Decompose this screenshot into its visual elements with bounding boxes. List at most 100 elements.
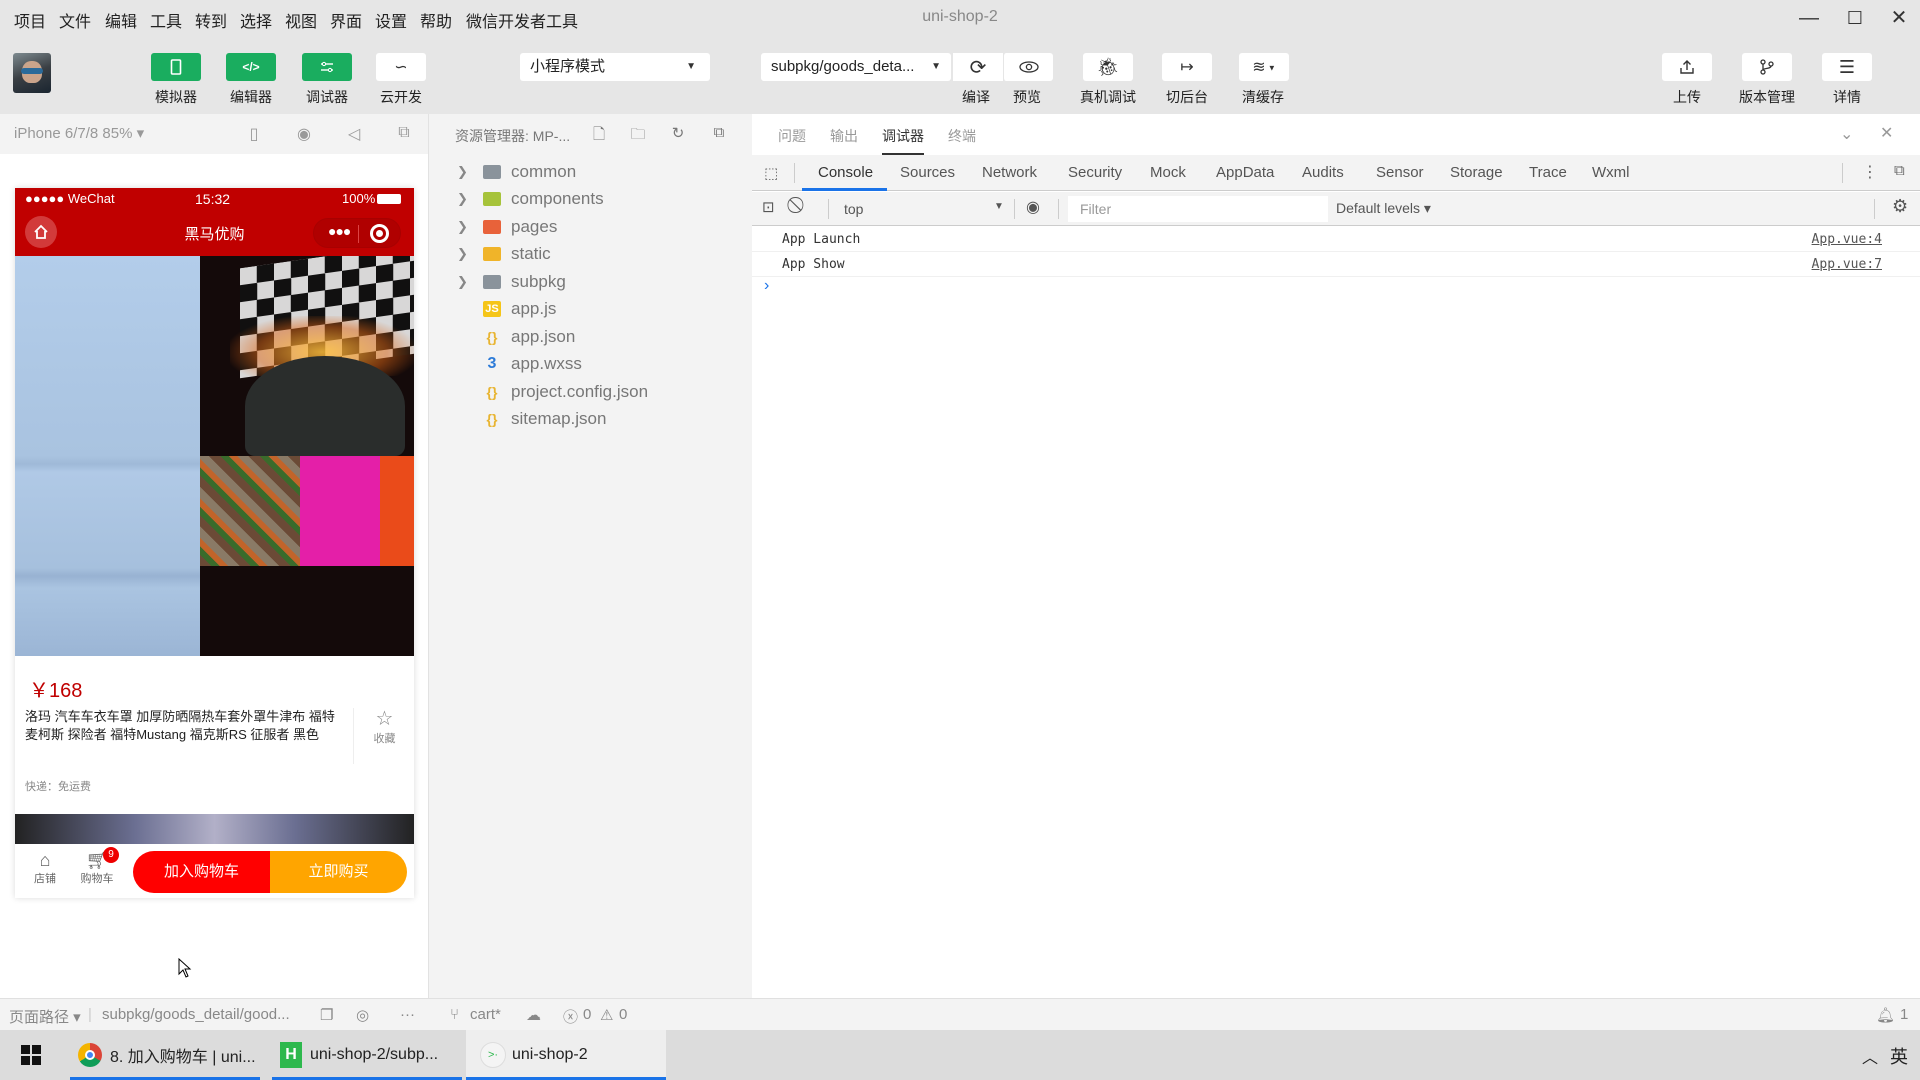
tab-problems[interactable]: 问题 bbox=[778, 126, 806, 146]
remote-debug-button[interactable]: 🐞︎ bbox=[1083, 53, 1133, 81]
copy-path-icon[interactable]: ❐ bbox=[320, 1006, 333, 1024]
tab-output[interactable]: 输出 bbox=[830, 126, 858, 146]
details-button[interactable]: ☰ bbox=[1822, 53, 1872, 81]
error-count[interactable]: 0 bbox=[583, 1006, 591, 1023]
page-select-value: subpkg/goods_deta... bbox=[771, 58, 915, 75]
tree-item-project-config[interactable]: {} project.config.json bbox=[429, 378, 753, 406]
start-button[interactable] bbox=[0, 1030, 62, 1080]
input-method-indicator[interactable]: 英 bbox=[1890, 1043, 1908, 1069]
shipping-info: 快递：免运费 bbox=[25, 781, 91, 793]
live-expression-eye-icon[interactable]: ◉ bbox=[1026, 197, 1040, 217]
warning-count[interactable]: 0 bbox=[619, 1006, 627, 1023]
favorite-button[interactable]: ☆ 收藏 bbox=[355, 708, 414, 746]
buy-now-button[interactable]: 立即购买 bbox=[270, 851, 407, 893]
add-to-cart-button[interactable]: 加入购物车 bbox=[133, 851, 270, 893]
tree-item-app-wxss[interactable]: 3 app.wxss bbox=[429, 351, 753, 379]
folder-icon bbox=[483, 247, 501, 262]
status-bar: 页面路径 ▾ | subpkg/goods_detail/good... ❐ ◎… bbox=[0, 998, 1920, 1030]
tree-item-label: app.js bbox=[511, 299, 557, 319]
dock-side-icon[interactable]: ⧉ bbox=[1894, 162, 1905, 179]
minimize-button[interactable]: — bbox=[1794, 6, 1824, 30]
tree-item-pages[interactable]: ❯ pages bbox=[429, 213, 753, 241]
console-prompt[interactable]: › bbox=[764, 277, 769, 295]
compile-button[interactable]: ⟳ bbox=[953, 53, 1003, 81]
volume-icon[interactable]: ◁ bbox=[344, 124, 364, 144]
log-source-link[interactable]: App.vue:4 bbox=[1812, 232, 1882, 247]
show-hidden-icons-chevron-icon[interactable]: ︿ bbox=[1862, 1044, 1878, 1068]
new-file-icon[interactable]: 🗋︎ bbox=[589, 124, 609, 144]
tab-debugger[interactable]: 调试器 bbox=[882, 126, 924, 155]
cart-button[interactable]: 🛒︎ 购物车 9 bbox=[77, 847, 119, 886]
goods-image-swiper[interactable] bbox=[15, 256, 414, 656]
tree-item-subpkg[interactable]: ❯ subpkg bbox=[429, 268, 753, 296]
divider bbox=[828, 199, 829, 219]
git-branch-name[interactable]: cart* bbox=[470, 1006, 501, 1023]
preview-button[interactable] bbox=[1003, 53, 1053, 81]
refresh-icon[interactable]: ↻ bbox=[668, 124, 688, 144]
inspect-element-icon[interactable]: ⬚ bbox=[764, 164, 778, 182]
background-button[interactable]: ↦ bbox=[1162, 53, 1212, 81]
taskbar-item-chrome[interactable]: 8. 加入购物车 | uni... bbox=[70, 1030, 260, 1080]
more-vert-icon[interactable]: ⋮ bbox=[1862, 162, 1878, 182]
tab-storage[interactable]: Storage bbox=[1450, 164, 1503, 181]
clear-cache-button[interactable]: ≋ ▼ bbox=[1239, 53, 1289, 81]
tree-item-static[interactable]: ❯ static bbox=[429, 241, 753, 269]
page-path-select[interactable]: 页面路径 ▾ bbox=[9, 1006, 81, 1027]
console-filter-input[interactable]: Filter bbox=[1068, 196, 1328, 222]
debugger-toggle-button[interactable] bbox=[302, 53, 352, 81]
tab-appdata[interactable]: AppData bbox=[1216, 164, 1274, 181]
close-panel-icon[interactable]: ✕ bbox=[1880, 123, 1893, 143]
tree-item-app-json[interactable]: {} app.json bbox=[429, 323, 753, 351]
notification-bell-icon[interactable]: 🔔︎ bbox=[1876, 1006, 1895, 1024]
maximize-button[interactable]: ☐ bbox=[1840, 6, 1870, 30]
editor-toggle-button[interactable]: </> bbox=[226, 53, 276, 81]
more-options-icon[interactable]: ··· bbox=[400, 1006, 415, 1023]
device-select[interactable]: iPhone 6/7/8 85% ▾ bbox=[14, 124, 144, 142]
tab-mock[interactable]: Mock bbox=[1150, 164, 1186, 181]
simulator-toggle-button[interactable] bbox=[151, 53, 201, 81]
log-levels-select[interactable]: Default levels ▾ bbox=[1336, 200, 1431, 217]
close-window-button[interactable]: ✕ bbox=[1884, 6, 1914, 30]
detach-window-icon[interactable]: ⧉ bbox=[394, 124, 414, 144]
sidebar-toggle-icon[interactable]: ⊡ bbox=[762, 198, 775, 216]
tab-wxml[interactable]: Wxml bbox=[1592, 164, 1630, 181]
tab-network[interactable]: Network bbox=[982, 164, 1037, 181]
shop-label: 店铺 bbox=[34, 873, 56, 885]
mode-select[interactable]: 小程序模式 ▼ bbox=[520, 53, 710, 81]
tab-audits[interactable]: Audits bbox=[1302, 164, 1344, 181]
dropdown-caret-icon: ▼ bbox=[686, 61, 696, 72]
record-icon[interactable]: ◉ bbox=[294, 124, 314, 144]
taskbar-item-wechat-devtools[interactable]: >· uni-shop-2 bbox=[466, 1030, 666, 1080]
settings-gear-icon[interactable]: ⚙ bbox=[1892, 196, 1908, 217]
tab-terminal[interactable]: 终端 bbox=[948, 126, 976, 146]
user-avatar[interactable] bbox=[13, 53, 51, 93]
close-miniprogram-icon[interactable] bbox=[370, 224, 389, 243]
upload-button[interactable] bbox=[1662, 53, 1712, 81]
collapse-panel-icon[interactable]: ⌄ bbox=[1840, 124, 1853, 144]
tree-item-app-js[interactable]: JS app.js bbox=[429, 296, 753, 324]
collapse-all-icon[interactable]: ⧉ bbox=[709, 124, 729, 144]
page-select[interactable]: subpkg/goods_deta... ▼ bbox=[761, 53, 951, 81]
context-select[interactable]: top ▼ bbox=[836, 196, 1006, 222]
tab-security[interactable]: Security bbox=[1068, 164, 1122, 181]
new-folder-icon[interactable]: 🗀︎ bbox=[628, 124, 648, 144]
tab-console[interactable]: Console bbox=[801, 164, 888, 191]
simulator-body: ●●●●● WeChat 15:32 100% 黑马优购 ●●● ￥168 洛玛… bbox=[0, 154, 428, 998]
tab-sources[interactable]: Sources bbox=[900, 164, 955, 181]
cloud-sync-icon[interactable]: ☁ bbox=[526, 1006, 541, 1024]
log-source-link[interactable]: App.vue:7 bbox=[1812, 257, 1882, 272]
tree-item-sitemap[interactable]: {} sitemap.json bbox=[429, 406, 753, 434]
phone-status-bar: ●●●●● WeChat 15:32 100% bbox=[15, 188, 414, 210]
tab-trace[interactable]: Trace bbox=[1529, 164, 1567, 181]
cloud-dev-button[interactable]: ∽ bbox=[376, 53, 426, 81]
tree-item-components[interactable]: ❯ components bbox=[429, 186, 753, 214]
tree-item-common[interactable]: ❯ common bbox=[429, 158, 753, 186]
version-control-button[interactable] bbox=[1742, 53, 1792, 81]
more-dots-icon[interactable]: ●●● bbox=[328, 223, 351, 239]
device-rotate-icon[interactable]: ▯ bbox=[244, 124, 264, 144]
taskbar-item-hbuilderx[interactable]: H uni-shop-2/subp... bbox=[272, 1030, 462, 1080]
tab-sensor[interactable]: Sensor bbox=[1376, 164, 1424, 181]
chrome-icon bbox=[78, 1043, 102, 1067]
page-params-eye-icon[interactable]: ◎ bbox=[356, 1006, 369, 1024]
shop-button[interactable]: ⌂ 店铺 bbox=[25, 850, 65, 886]
